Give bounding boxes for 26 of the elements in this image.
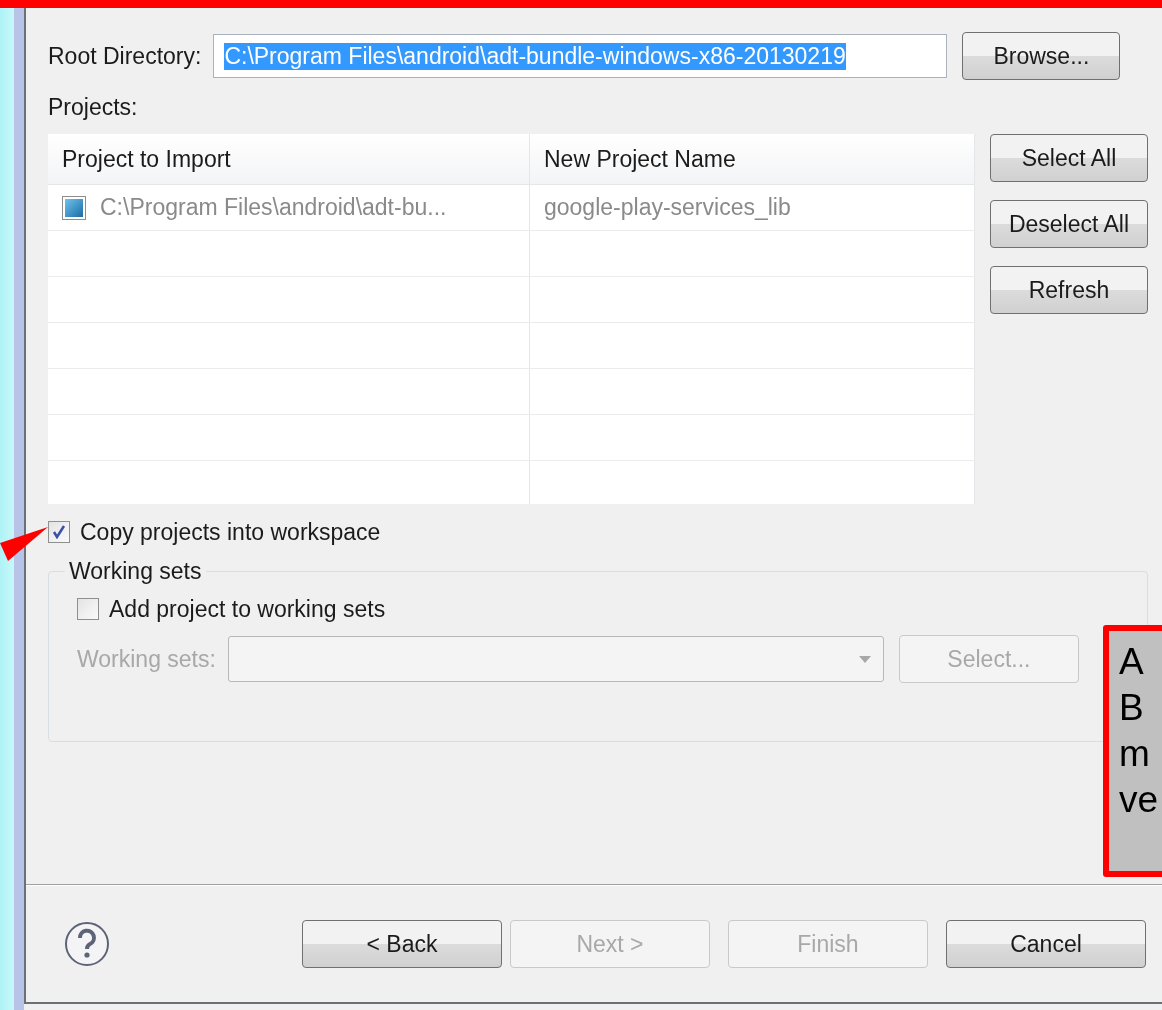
field-label: Working sets: — [77, 645, 216, 673]
wizard-button[interactable]: < Back — [302, 920, 502, 968]
table-action-button[interactable]: Refresh — [990, 266, 1148, 314]
section-label: Projects: — [48, 94, 139, 122]
dropdown-arrow-icon — [858, 655, 871, 663]
callout-text: m — [1119, 732, 1151, 776]
table-cell: C:\Program Files\android\adt-bu... — [100, 194, 447, 221]
callout-text: B — [1119, 686, 1145, 730]
checkbox[interactable] — [62, 195, 86, 220]
group-title: Working sets — [68, 558, 203, 585]
table-cell: google-play-services_lib — [544, 194, 791, 221]
checkbox[interactable] — [48, 521, 70, 543]
column-header[interactable]: New Project Name — [530, 134, 975, 184]
checkbox-label: Copy projects into workspace — [80, 518, 381, 546]
field-label: Root Directory: — [48, 42, 202, 70]
pointer-arrow — [0, 527, 48, 561]
wizard-button[interactable]: Cancel — [946, 920, 1146, 968]
checkmark-icon — [52, 525, 66, 539]
checkbox-label: Add project to working sets — [109, 595, 386, 623]
column-header[interactable]: Project to Import — [48, 134, 530, 184]
table-action-button[interactable]: Deselect All — [990, 200, 1148, 248]
browse-button[interactable]: Browse... — [962, 32, 1121, 80]
table-action-button[interactable]: Select All — [990, 134, 1148, 182]
callout-text: A — [1119, 640, 1145, 684]
help-icon[interactable] — [64, 921, 110, 967]
callout-text: ve — [1119, 778, 1160, 822]
